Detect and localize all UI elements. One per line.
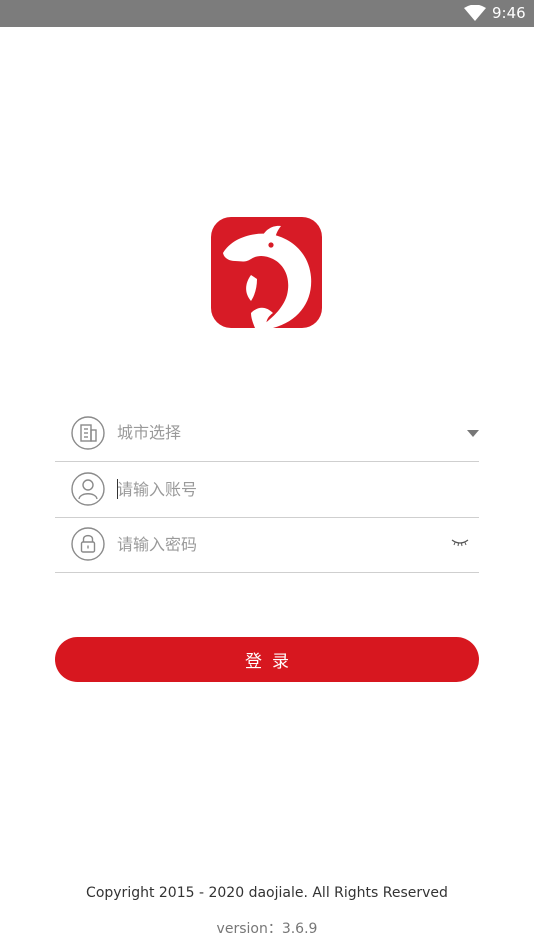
city-select[interactable]: 城市选择 [55, 406, 479, 462]
user-icon [71, 472, 105, 506]
triangle-down-icon[interactable] [467, 430, 479, 437]
account-field[interactable] [55, 462, 479, 518]
status-bar: 9:46 [0, 0, 534, 27]
login-button[interactable]: 登录 [55, 637, 479, 682]
password-input[interactable] [117, 531, 417, 557]
building-icon [71, 416, 105, 450]
wifi-icon [464, 5, 486, 21]
eye-closed-icon[interactable] [450, 537, 470, 549]
city-select-label: 城市选择 [117, 423, 182, 442]
status-time: 9:46 [492, 4, 526, 22]
app-logo [211, 217, 322, 328]
lock-icon [71, 527, 105, 561]
text-cursor [117, 479, 118, 499]
password-field[interactable] [55, 517, 479, 573]
version-text: version：3.6.9 [216, 921, 318, 937]
account-input[interactable] [117, 476, 417, 502]
copyright-text: Copyright 2015 - 2020 daojiale. All Righ… [86, 885, 448, 901]
dolphin-icon [223, 225, 312, 328]
